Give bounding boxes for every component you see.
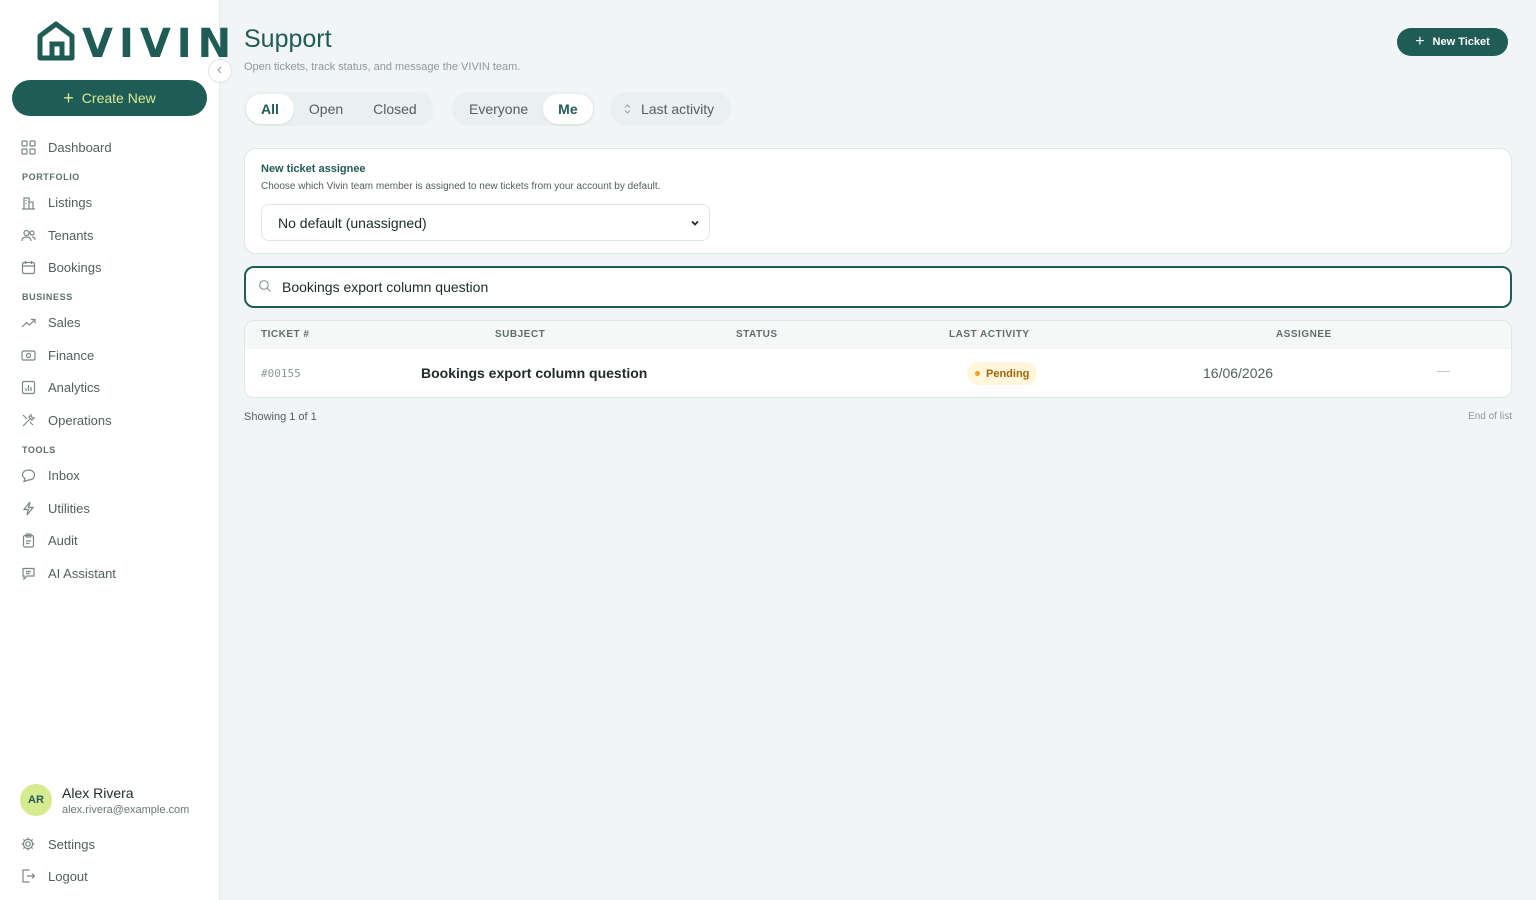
sidebar-item-label: Finance [48, 347, 95, 363]
sidebar-item-dashboard[interactable]: Dashboard [20, 137, 112, 157]
sidebar-item-analytics[interactable]: Analytics [20, 377, 100, 397]
filter-everyone[interactable]: Everyone [454, 94, 543, 124]
settings-button[interactable]: Settings [20, 834, 95, 854]
filter-me[interactable]: Me [543, 94, 593, 124]
section-portfolio: PORTFOLIO [22, 172, 80, 182]
ticket-number: #00155 [261, 367, 301, 380]
sidebar-item-label: Tenants [48, 227, 94, 243]
filter-all[interactable]: All [246, 94, 294, 124]
default-assignee-value: No default (unassigned) [278, 214, 427, 231]
default-assignee-select[interactable]: No default (unassigned) [261, 204, 710, 241]
logout-button[interactable]: Logout [20, 866, 88, 886]
sidebar-item-utilities[interactable]: Utilities [20, 498, 90, 518]
sidebar-item-label: Dashboard [48, 139, 112, 155]
clipboard-icon [20, 532, 36, 548]
grid-icon [20, 139, 36, 155]
collapse-sidebar-button[interactable] [208, 59, 232, 83]
tickets-table: TICKET # SUBJECT STATUS LAST ACTIVITY AS… [244, 320, 1512, 398]
section-business: BUSINESS [22, 292, 73, 302]
lightning-icon [20, 500, 36, 516]
search-input[interactable]: Bookings export column question [244, 266, 1512, 308]
user-profile[interactable]: AR Alex Rivera alex.rivera@example.com [20, 784, 197, 816]
column-subject: SUBJECT [495, 329, 546, 340]
sort-button[interactable]: Last activity [612, 94, 729, 124]
page-title: Support [244, 25, 332, 53]
create-new-label: Create New [81, 90, 156, 106]
sidebar-item-tenants[interactable]: Tenants [20, 225, 94, 245]
new-ticket-label: New Ticket [1432, 36, 1490, 48]
logout-icon [20, 868, 36, 884]
settings-label: Settings [48, 836, 95, 852]
create-new-button[interactable]: + Create New [12, 80, 207, 116]
brand-name: VIVIN [82, 20, 238, 67]
banknote-icon [20, 347, 36, 363]
logout-label: Logout [48, 868, 88, 884]
user-name: Alex Rivera [62, 784, 134, 801]
trending-up-icon [20, 314, 36, 330]
status-label: Pending [986, 367, 1030, 380]
brand-logo[interactable]: VIVIN [36, 20, 237, 67]
chevron-left-icon [216, 65, 224, 77]
calendar-icon [20, 259, 36, 275]
sidebar: VIVIN + Create New Dashboard PORTFOLIO L… [0, 0, 231, 900]
sort-control[interactable]: Last activity [610, 92, 732, 126]
tools-icon [20, 412, 36, 428]
assignee-card-description: Choose which Vivin team member is assign… [261, 181, 661, 192]
column-ticket: TICKET # [261, 329, 310, 340]
new-ticket-button[interactable]: + New Ticket [1397, 28, 1508, 56]
assignee-card: New ticket assignee Choose which Vivin t… [244, 148, 1512, 254]
ticket-assignee: — [1437, 363, 1450, 378]
sidebar-item-label: Bookings [48, 259, 102, 275]
sidebar-item-bookings[interactable]: Bookings [20, 257, 101, 277]
message-square-icon [20, 565, 36, 581]
sidebar-item-audit[interactable]: Audit [20, 530, 78, 550]
filter-open[interactable]: Open [294, 94, 358, 124]
sidebar-item-sales[interactable]: Sales [20, 312, 81, 332]
search-icon [258, 279, 272, 296]
sidebar-item-operations[interactable]: Operations [20, 410, 112, 430]
sidebar-item-ai-assistant[interactable]: AI Assistant [20, 563, 116, 583]
sidebar-item-label: Listings [48, 194, 93, 210]
sidebar-item-inbox[interactable]: Inbox [20, 465, 80, 485]
avatar: AR [20, 784, 52, 816]
column-assignee: ASSIGNEE [1276, 329, 1332, 340]
ticket-last-activity: 16/06/2026 [1203, 365, 1274, 381]
sort-icon [624, 101, 631, 117]
user-email: alex.rivera@example.com [62, 803, 190, 816]
sidebar-item-label: Audit [48, 532, 78, 548]
column-status: STATUS [736, 329, 778, 340]
plus-icon: + [63, 88, 74, 108]
end-of-list: End of list [1468, 411, 1512, 422]
building-icon [20, 194, 36, 210]
gear-icon [20, 836, 36, 852]
status-badge: Pending [967, 362, 1038, 385]
sidebar-item-label: Sales [48, 314, 81, 330]
ticket-subject: Bookings export column question [421, 365, 648, 381]
assignee-card-title: New ticket assignee [261, 163, 366, 175]
sidebar-item-label: Analytics [48, 379, 101, 395]
sidebar-item-label: Operations [48, 412, 112, 428]
sort-label: Last activity [641, 101, 715, 117]
status-dot-icon [975, 371, 980, 376]
sidebar-item-label: Inbox [48, 467, 80, 483]
house-logo-icon [36, 20, 76, 67]
plus-icon: + [1415, 33, 1425, 50]
column-last-activity: LAST ACTIVITY [949, 329, 1030, 340]
table-header: TICKET # SUBJECT STATUS LAST ACTIVITY AS… [245, 321, 1511, 349]
owner-filter: Everyone Me [452, 92, 595, 126]
search-value: Bookings export column question [282, 279, 489, 295]
sidebar-item-listings[interactable]: Listings [20, 192, 92, 212]
results-count: Showing 1 of 1 [244, 411, 317, 423]
sidebar-item-label: Utilities [48, 500, 90, 516]
sidebar-item-label: AI Assistant [48, 565, 116, 581]
chat-bubble-icon [20, 467, 36, 483]
status-filter: All Open Closed [244, 92, 434, 126]
users-icon [20, 227, 36, 243]
chevron-down-icon [689, 216, 701, 232]
section-tools: TOOLS [22, 445, 56, 455]
sidebar-item-finance[interactable]: Finance [20, 345, 94, 365]
page-subtitle: Open tickets, track status, and message … [244, 61, 521, 73]
bar-chart-icon [20, 379, 36, 395]
filter-closed[interactable]: Closed [358, 94, 432, 124]
